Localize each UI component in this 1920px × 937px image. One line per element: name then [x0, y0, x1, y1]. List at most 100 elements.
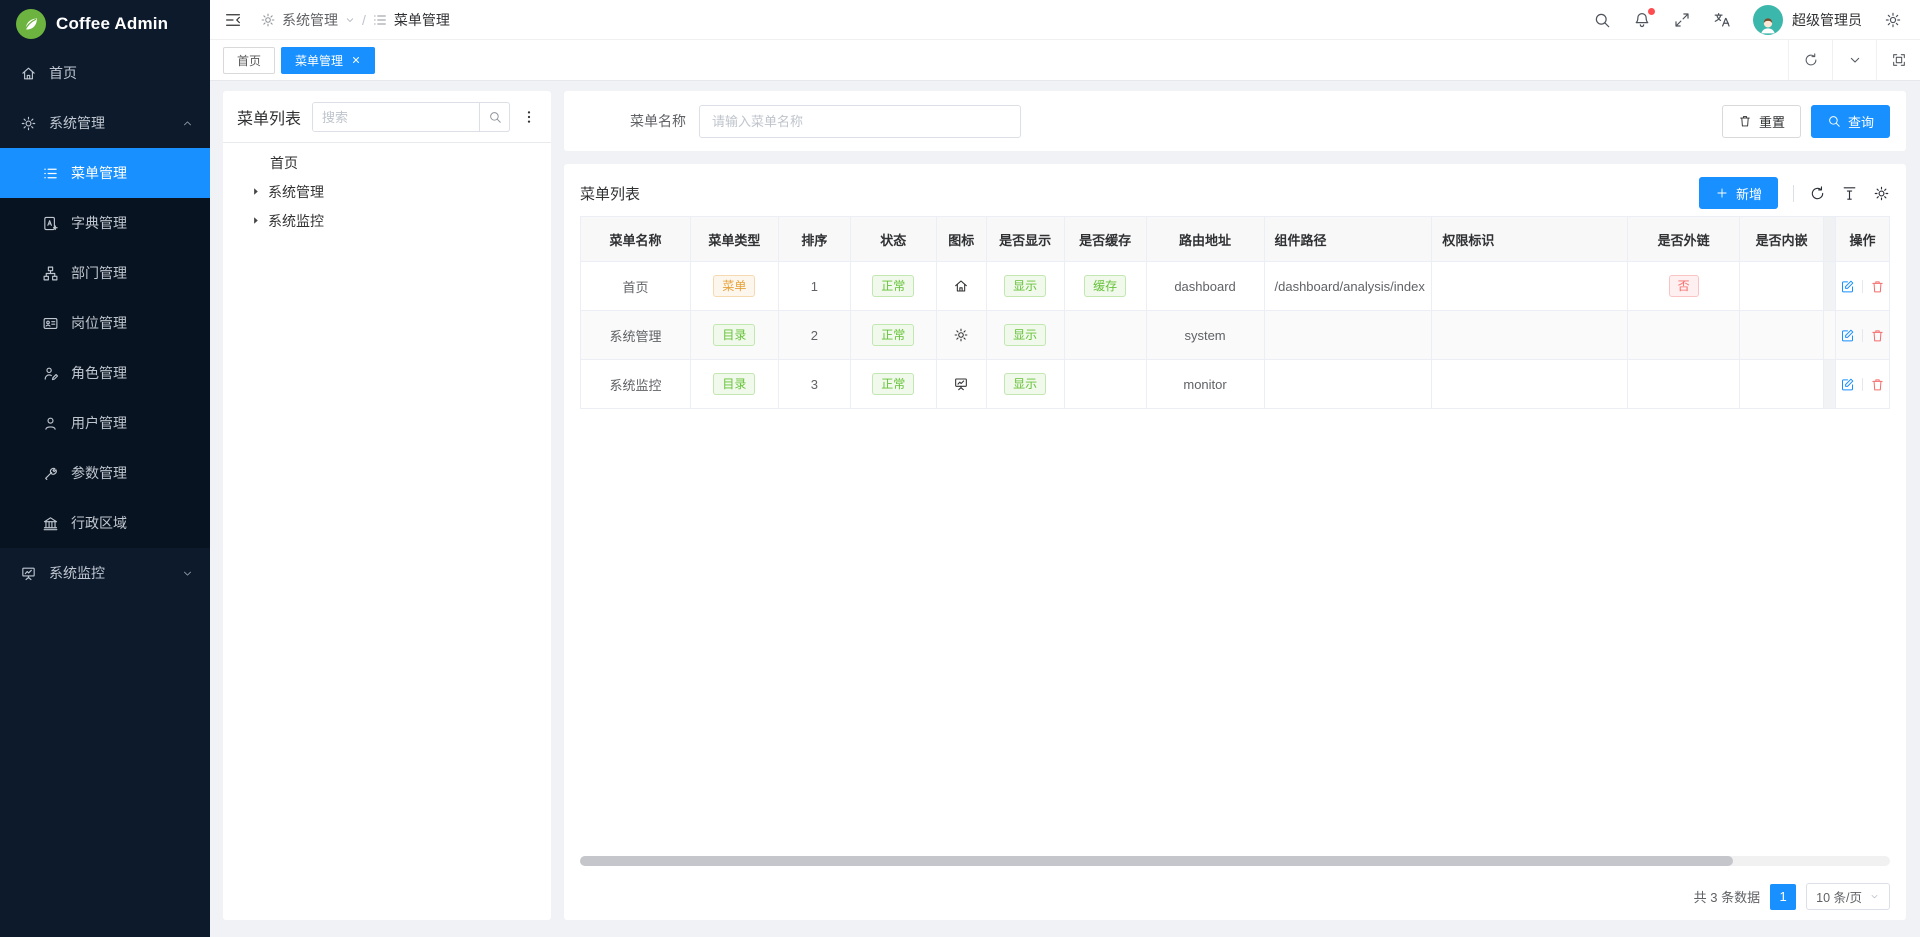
cell-visible: 显示 — [987, 360, 1065, 409]
list-icon — [42, 165, 59, 182]
column-header: 菜单名称 — [581, 217, 691, 262]
cell-external — [1628, 360, 1740, 409]
breadcrumb-current[interactable]: 菜单管理 — [394, 10, 450, 30]
content-fullscreen-button[interactable] — [1876, 40, 1920, 80]
add-button[interactable]: 新增 — [1699, 177, 1778, 209]
cell-route: dashboard — [1147, 262, 1265, 311]
sidebar-submenu-system: 菜单管理 字典管理 部门管理 岗位管理 角色管理 — [0, 148, 210, 548]
column-header: 菜单类型 — [691, 217, 779, 262]
notifications-button[interactable] — [1633, 11, 1651, 29]
menu-fold-icon — [224, 11, 242, 29]
chevron-down-icon — [1869, 891, 1880, 902]
dictionary-icon — [42, 215, 59, 232]
tree-more-button[interactable] — [521, 109, 537, 125]
user-menu[interactable]: 超级管理员 — [1753, 5, 1862, 35]
tree-node-home[interactable]: 首页 — [237, 148, 537, 177]
cell-perm — [1432, 360, 1628, 409]
plus-icon — [1715, 186, 1729, 200]
breadcrumb: 系统管理 / 菜单管理 — [260, 10, 450, 30]
home-icon — [20, 65, 37, 82]
fullscreen-button[interactable] — [1673, 11, 1691, 29]
table-header-row: 菜单名称 菜单类型 排序 状态 图标 是否显示 是否缓存 路由地址 组件路径 权… — [581, 217, 1890, 262]
wrench-icon — [42, 465, 59, 482]
visible-tag: 显示 — [1004, 373, 1046, 395]
sidebar-item-post-mgmt[interactable]: 岗位管理 — [0, 298, 210, 348]
delete-row-button[interactable] — [1870, 328, 1885, 343]
tree-node-monitor[interactable]: 系统监控 — [237, 206, 537, 235]
list-icon — [372, 12, 388, 28]
edit-row-button[interactable] — [1840, 328, 1855, 343]
external-tag: 否 — [1669, 275, 1699, 297]
divider — [1862, 280, 1863, 293]
edit-row-button[interactable] — [1840, 279, 1855, 294]
chevron-down-icon[interactable] — [344, 14, 356, 26]
global-search-button[interactable] — [1593, 11, 1611, 29]
horizontal-scrollbar[interactable] — [580, 856, 1890, 866]
gear-icon — [20, 115, 37, 132]
cell-operations — [1836, 360, 1890, 409]
role-icon — [42, 365, 59, 382]
sidebar-item-dict-mgmt[interactable]: 字典管理 — [0, 198, 210, 248]
pagination: 共 3 条数据 1 10 条/页 — [580, 873, 1890, 920]
trash-icon — [1870, 377, 1885, 392]
caret-right-icon[interactable] — [250, 186, 261, 197]
tree-search-input[interactable] — [313, 103, 479, 131]
menu-name-input[interactable] — [699, 105, 1021, 138]
caret-right-icon[interactable] — [250, 215, 261, 226]
sidebar-item-dept-mgmt[interactable]: 部门管理 — [0, 248, 210, 298]
settings-button[interactable] — [1884, 11, 1902, 29]
user-icon — [42, 415, 59, 432]
table-toolbar: 菜单列表 新增 — [580, 170, 1890, 216]
status-tag: 正常 — [872, 373, 914, 395]
tab-options-button[interactable] — [1832, 40, 1876, 80]
sidebar-item-menu-mgmt[interactable]: 菜单管理 — [0, 148, 210, 198]
row-height-button[interactable] — [1841, 185, 1858, 202]
refresh-table-button[interactable] — [1809, 185, 1826, 202]
tree-node-system[interactable]: 系统管理 — [237, 177, 537, 206]
delete-row-button[interactable] — [1870, 279, 1885, 294]
cell-cache: 缓存 — [1065, 262, 1147, 311]
query-button[interactable]: 查询 — [1811, 105, 1890, 138]
cell-external — [1628, 311, 1740, 360]
close-icon[interactable] — [351, 55, 361, 65]
cell-route: system — [1147, 311, 1265, 360]
cell-operations — [1836, 262, 1890, 311]
cell-icon — [937, 360, 987, 409]
sidebar-item-region[interactable]: 行政区域 — [0, 498, 210, 548]
menu-tree-panel: 菜单列表 首页 系统管理 系统监控 — [223, 91, 551, 920]
dots-vertical-icon — [521, 109, 537, 125]
search-form-card: 菜单名称 重置 查询 — [564, 91, 1906, 151]
tree-search-button[interactable] — [479, 103, 509, 131]
pagination-total: 共 3 条数据 — [1694, 887, 1760, 906]
collapse-sidebar-button[interactable] — [224, 11, 242, 29]
tab-menu-mgmt[interactable]: 菜单管理 — [281, 47, 375, 74]
refresh-tab-button[interactable] — [1788, 40, 1832, 80]
delete-row-button[interactable] — [1870, 377, 1885, 392]
menu-name-label: 菜单名称 — [630, 111, 686, 131]
tree-search-box — [312, 102, 510, 132]
scrollbar-thumb[interactable] — [580, 856, 1733, 866]
breadcrumb-parent[interactable]: 系统管理 — [282, 10, 338, 30]
cell-status: 正常 — [851, 360, 937, 409]
sidebar-group-monitor[interactable]: 系统监控 — [0, 548, 210, 598]
chevron-up-icon — [181, 117, 194, 130]
edit-icon — [1840, 279, 1855, 294]
cell-type: 目录 — [691, 360, 779, 409]
tab-home[interactable]: 首页 — [223, 47, 275, 74]
sidebar-item-home[interactable]: 首页 — [0, 48, 210, 98]
sidebar-item-label: 角色管理 — [71, 363, 127, 383]
language-button[interactable] — [1713, 11, 1731, 29]
gear-icon — [1873, 185, 1890, 202]
page-size-select[interactable]: 10 条/页 — [1806, 883, 1890, 910]
status-tag: 正常 — [872, 275, 914, 297]
sidebar-item-label: 参数管理 — [71, 463, 127, 483]
sidebar-item-user-mgmt[interactable]: 用户管理 — [0, 398, 210, 448]
reset-button[interactable]: 重置 — [1722, 105, 1801, 138]
column-settings-button[interactable] — [1873, 185, 1890, 202]
brand-logo[interactable]: Coffee Admin — [0, 0, 210, 48]
sidebar-group-system[interactable]: 系统管理 — [0, 98, 210, 148]
edit-row-button[interactable] — [1840, 377, 1855, 392]
sidebar-item-role-mgmt[interactable]: 角色管理 — [0, 348, 210, 398]
page-number-button[interactable]: 1 — [1770, 884, 1796, 910]
sidebar-item-param-mgmt[interactable]: 参数管理 — [0, 448, 210, 498]
